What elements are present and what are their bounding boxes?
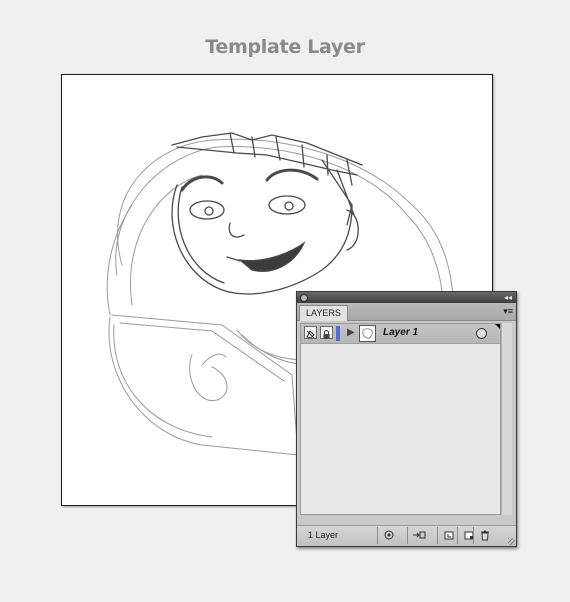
layer-list: ▶ Layer 1 <box>300 323 501 515</box>
layer-thumbnail <box>359 325 376 342</box>
page-title: Template Layer <box>205 36 365 58</box>
trash-icon <box>481 530 489 541</box>
layer-target-icon[interactable] <box>476 328 487 339</box>
layer-row[interactable]: ▶ Layer 1 <box>301 324 500 344</box>
delete-selection-button[interactable] <box>473 527 496 544</box>
layer-list-scrollbar[interactable] <box>501 323 512 515</box>
layers-panel: ◂◂ LAYERS ▾≡ ▶ Layer 1 1 Layer <box>296 291 517 547</box>
locate-object-button[interactable] <box>377 527 400 544</box>
resize-grip-icon[interactable] <box>508 538 515 545</box>
layer-color-swatch <box>336 326 340 341</box>
new-sublayer-icon <box>444 531 454 540</box>
layer-name[interactable]: Layer 1 <box>383 327 418 338</box>
template-visibility-icon[interactable] <box>304 326 317 339</box>
expand-triangle-icon[interactable]: ▶ <box>347 327 355 338</box>
panel-menu-icon[interactable]: ▾≡ <box>503 305 513 318</box>
selection-indicator-icon <box>495 324 500 329</box>
panel-tab-row: LAYERS ▾≡ <box>297 303 516 321</box>
panel-footer: 1 Layer <box>297 525 516 546</box>
lock-icon[interactable] <box>320 326 333 339</box>
collapse-panel-icon[interactable]: ◂◂ <box>504 292 512 303</box>
panel-titlebar[interactable]: ◂◂ <box>297 292 516 303</box>
tab-layers[interactable]: LAYERS <box>299 305 348 321</box>
close-panel-button[interactable] <box>300 294 308 302</box>
layer-count: 1 Layer <box>308 530 339 540</box>
make-clipping-mask-button[interactable] <box>407 527 430 544</box>
locate-object-icon <box>384 530 394 540</box>
clipping-mask-icon <box>413 531 426 539</box>
